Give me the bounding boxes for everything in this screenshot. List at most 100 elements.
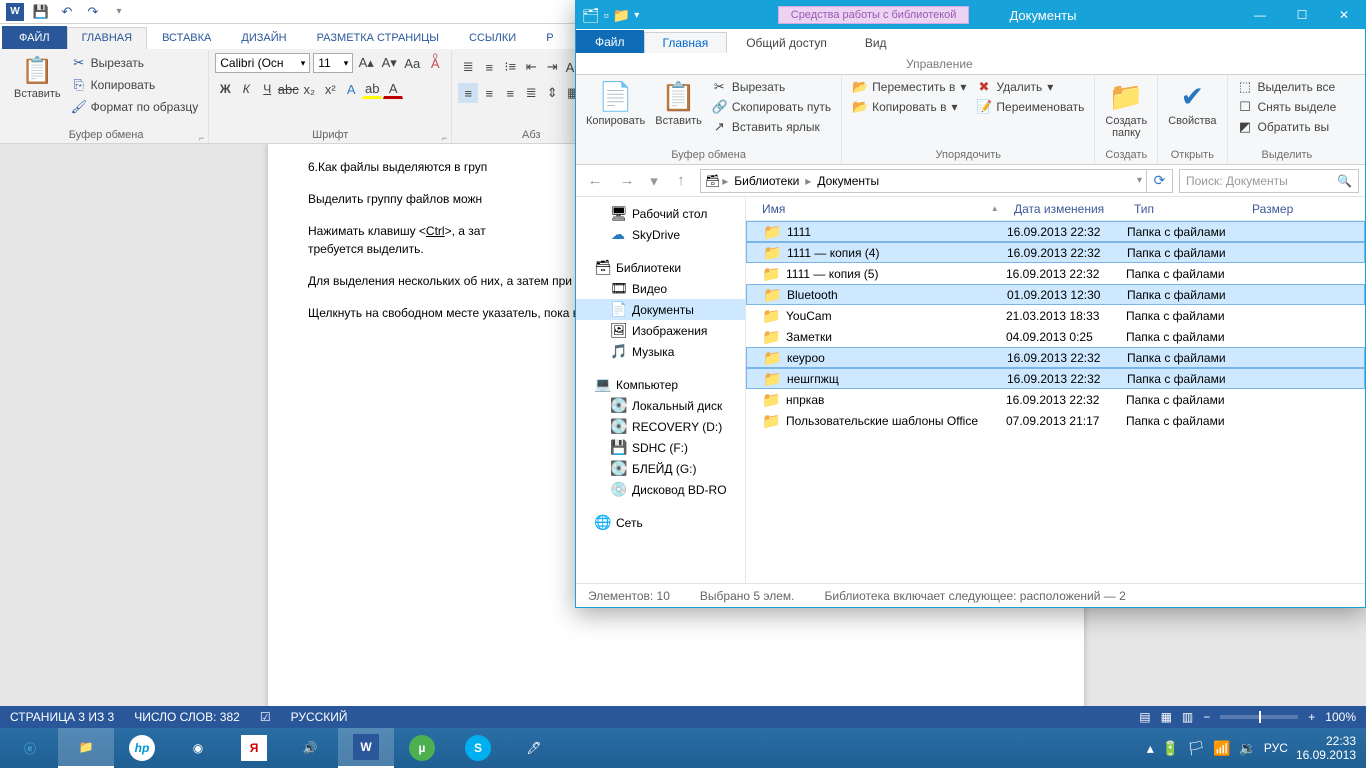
tab-file[interactable]: Файл [576,30,644,53]
file-row[interactable]: 📁111116.09.2013 22:32Папка с файлами [746,221,1365,242]
tab-view[interactable]: Вид [846,32,906,53]
copy-button[interactable]: 📄Копировать [584,78,647,129]
zoom-slider[interactable] [1220,715,1298,719]
copy-path-button[interactable]: 🔗Скопировать путь [710,98,833,116]
chevron-down-icon[interactable]: ▾ [1137,175,1142,186]
file-row[interactable]: 📁YouCam21.03.2013 18:33Папка с файлами [746,305,1365,326]
wifi-icon[interactable]: 📶 [1213,740,1230,757]
battery-icon[interactable]: 🔋 [1162,740,1179,757]
qat-dropdown-icon[interactable]: ▾ [634,10,639,21]
move-to-button[interactable]: 📂Переместить в▾ [850,78,968,96]
align-left-button[interactable]: ≡ [458,83,478,103]
tree-bdrom[interactable]: 💿Дисковод BD-RO [576,479,745,500]
refresh-button[interactable]: ⟳ [1147,169,1173,193]
folder-icon[interactable]: 📁 [613,7,630,24]
italic-button[interactable]: К [236,79,256,99]
file-row[interactable]: 📁нешгпжщ16.09.2013 22:32Папка с файлами [746,368,1365,389]
delete-button[interactable]: ✖Удалить▾ [974,78,1086,96]
history-dropdown[interactable]: ▾ [646,168,662,194]
rename-button[interactable]: 📝Переименовать [974,98,1086,116]
superscript-button[interactable]: x² [320,79,340,99]
action-center-icon[interactable]: 🏳 [1187,740,1205,757]
line-spacing-button[interactable]: ⇕ [542,83,562,103]
taskbar-word[interactable]: W [338,728,394,768]
close-button[interactable]: ✕ [1323,1,1365,29]
taskbar-ie[interactable]: ⓔ [2,728,58,768]
tab-home[interactable]: Главная [644,32,728,53]
file-row[interactable]: 📁кеуроо16.09.2013 22:32Папка с файлами [746,347,1365,368]
tree-computer[interactable]: 💻Компьютер [576,374,745,395]
input-language[interactable]: РУС [1264,741,1288,755]
invert-selection-button[interactable]: ◩Обратить вы [1236,118,1339,136]
tree-documents[interactable]: 📄Документы [576,299,745,320]
tab-design[interactable]: ДИЗАЙН [226,27,301,49]
strike-button[interactable]: abc [278,79,298,99]
tab-more[interactable]: Р [531,27,568,49]
format-painter-button[interactable]: 🖌Формат по образцу [67,97,203,117]
redo-icon[interactable]: ↷ [84,3,102,21]
tree-music[interactable]: 🎵Музыка [576,341,745,362]
maximize-button[interactable]: ☐ [1281,1,1323,29]
tree-sdhc[interactable]: 💾SDHC (F:) [576,437,745,458]
text-effects-button[interactable]: A [341,79,361,99]
language[interactable]: РУССКИЙ [291,710,348,724]
word-count[interactable]: ЧИСЛО СЛОВ: 382 [134,710,240,724]
numbering-button[interactable]: ≡ [479,57,499,77]
tree-libraries[interactable]: 🗃Библиотеки [576,257,745,278]
subscript-button[interactable]: x₂ [299,79,319,99]
change-case-button[interactable]: Aa [402,53,422,73]
volume-icon[interactable]: 🔉 [1238,740,1255,757]
align-center-button[interactable]: ≡ [479,83,499,103]
clock[interactable]: 22:33 16.09.2013 [1296,734,1356,763]
zoom-in-button[interactable]: + [1308,710,1315,724]
minimize-button[interactable]: — [1239,1,1281,29]
bold-button[interactable]: Ж [215,79,235,99]
tab-share[interactable]: Общий доступ [727,32,846,53]
tree-images[interactable]: 🖼Изображения [576,320,745,341]
align-right-button[interactable]: ≡ [500,83,520,103]
taskbar-chrome[interactable]: ◉ [170,728,226,768]
select-none-button[interactable]: ☐Снять выделе [1236,98,1339,116]
folder-tree[interactable]: 🖥Рабочий стол ☁SkyDrive 🗃Библиотеки 🎞Вид… [576,197,746,583]
col-date[interactable]: Дата изменения [1006,202,1126,216]
tree-recovery[interactable]: 💽RECOVERY (D:) [576,416,745,437]
col-size[interactable]: Размер [1244,202,1365,216]
back-button[interactable]: ← [582,168,608,194]
indent-right-button[interactable]: ⇥ [542,57,562,77]
taskbar-app[interactable]: 🖊 [506,728,562,768]
explorer-titlebar[interactable]: 🗂 ▫ 📁 ▾ Средства работы с библиотекой До… [576,1,1365,29]
page-number[interactable]: СТРАНИЦА 3 ИЗ 3 [10,710,114,724]
web-layout-button[interactable]: ▥ [1182,710,1193,724]
taskbar-skype[interactable]: S [450,728,506,768]
print-layout-button[interactable]: ▦ [1161,710,1172,724]
tree-local-disk[interactable]: 💽Локальный диск [576,395,745,416]
library-tools-tab[interactable]: Средства работы с библиотекой [778,6,970,24]
taskbar-yandex[interactable]: Я [226,728,282,768]
justify-button[interactable]: ≣ [521,83,541,103]
tab-references[interactable]: ССЫЛКИ [454,27,531,49]
tab-manage[interactable]: Управление [876,57,1003,71]
font-size-dropdown[interactable]: 11▾ [313,53,353,73]
file-row[interactable]: 📁Bluetooth01.09.2013 12:30Папка с файлам… [746,284,1365,305]
new-folder-button[interactable]: 📁Создать папку [1103,78,1149,141]
bullets-button[interactable]: ≣ [458,57,478,77]
zoom-level[interactable]: 100% [1325,710,1356,724]
taskbar-hp[interactable]: hp [114,728,170,768]
properties-button[interactable]: ✔Свойства [1166,78,1218,129]
show-hidden-icons[interactable]: ▴ [1147,740,1154,757]
file-row[interactable]: 📁1111 — копия (4)16.09.2013 22:32Папка с… [746,242,1365,263]
tree-network[interactable]: 🌐Сеть [576,512,745,533]
tree-video[interactable]: 🎞Видео [576,278,745,299]
indent-left-button[interactable]: ⇤ [521,57,541,77]
font-name-dropdown[interactable]: Calibri (Осн▾ [215,53,310,73]
tree-desktop[interactable]: 🖥Рабочий стол [576,203,745,224]
paste-shortcut-button[interactable]: ↗Вставить ярлык [710,118,833,136]
taskbar-utorrent[interactable]: µ [394,728,450,768]
file-row[interactable]: 📁Заметки04.09.2013 0:25Папка с файлами [746,326,1365,347]
file-rows[interactable]: 📁111116.09.2013 22:32Папка с файлами📁111… [746,221,1365,583]
taskbar-sound[interactable]: 🔊 [282,728,338,768]
proofing-icon[interactable]: ☑ [260,710,271,724]
zoom-out-button[interactable]: − [1203,710,1210,724]
read-mode-button[interactable]: ▤ [1139,710,1150,724]
taskbar-explorer[interactable]: 📁 [58,728,114,768]
